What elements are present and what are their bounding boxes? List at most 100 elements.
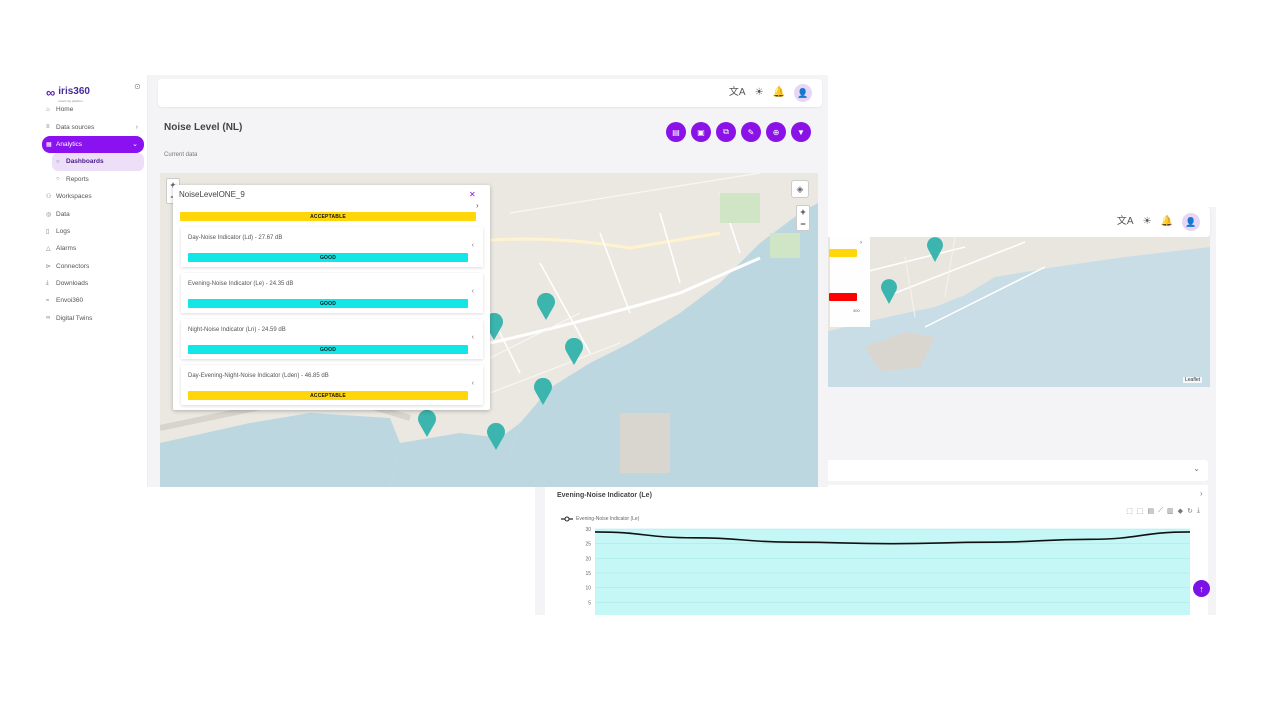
sidebar-item-label: Data sources: [56, 123, 95, 131]
indicator-card[interactable]: Evening-Noise Indicator (Le) - 24.35 dB …: [181, 273, 483, 313]
map-tiles: [825, 237, 1210, 387]
envoi-icon: ≈: [46, 297, 50, 304]
map-marker-icon[interactable]: [563, 338, 585, 366]
y-tick-label: 20: [585, 556, 591, 562]
zoom-button[interactable]: ⊕: [766, 122, 786, 142]
status-bar: [829, 293, 857, 301]
zoom-in-button[interactable]: +: [797, 206, 809, 218]
sidebar-item-alarms[interactable]: △ Alarms: [42, 240, 144, 257]
map-zoom-controls: + −: [796, 205, 810, 231]
copy-button[interactable]: ⧉: [716, 122, 736, 142]
settings-icon[interactable]: ⊙: [134, 82, 141, 91]
indicator-label: Evening-Noise Indicator (Le) - 24.35 dB: [188, 281, 294, 287]
map-marker-icon[interactable]: [535, 293, 557, 321]
stack-icon[interactable]: ◆: [1178, 507, 1183, 515]
chevron-right-icon[interactable]: ›: [476, 201, 479, 210]
popup-title: NoiseLevelONE_9: [179, 190, 245, 199]
line-chart-icon[interactable]: ⟋: [1158, 507, 1163, 515]
download-icon[interactable]: ⤓: [1197, 507, 1200, 515]
sidebar-item-label: Dashboards: [66, 158, 104, 166]
scroll-top-button[interactable]: ↑: [1193, 580, 1210, 597]
translate-icon[interactable]: 文A: [1117, 217, 1134, 227]
side-value: 300: [853, 308, 860, 313]
sidebar-item-reports[interactable]: ○ Reports: [42, 171, 144, 188]
indicator-status-bar: ACCEPTABLE: [188, 391, 468, 400]
map-marker-icon[interactable]: [416, 410, 438, 438]
map-view[interactable]: › 300 Leaflet: [825, 237, 1210, 387]
translate-icon[interactable]: 文A: [729, 88, 746, 98]
sidebar-item-analytics[interactable]: ▦ Analytics ⌄: [42, 135, 144, 154]
indicator-label: Night-Noise Indicator (Ln) - 24.59 dB: [188, 327, 286, 333]
logo-icon: ∞: [46, 84, 55, 100]
home-icon: ⌂: [46, 106, 50, 113]
layers-button[interactable]: ◈: [791, 180, 809, 198]
report-icon: ○: [56, 176, 60, 183]
zoom-reset-icon[interactable]: ⬚: [1137, 507, 1144, 515]
legend-marker: [561, 516, 573, 522]
bell-icon[interactable]: 🔔: [1161, 217, 1173, 227]
indicator-status-bar: GOOD: [188, 345, 468, 354]
theme-icon[interactable]: ☀: [1143, 217, 1152, 227]
top-bar: 文A ☀ 🔔 👤: [158, 79, 822, 107]
indicator-card[interactable]: Night-Noise Indicator (Ln) - 24.59 dB ‹ …: [181, 319, 483, 359]
status-bar: [829, 249, 857, 257]
sidebar-item-workspaces[interactable]: ⚇ Workspaces: [42, 188, 144, 205]
export-pdf-button[interactable]: ▤: [666, 122, 686, 142]
indicator-card[interactable]: Day-Noise Indicator (Ld) - 27.67 dB ‹ GO…: [181, 227, 483, 267]
sidebar-item-data-sources[interactable]: ≡ Data sources ›: [42, 118, 144, 135]
sidebar-item-label: Reports: [66, 175, 89, 183]
map-marker-icon[interactable]: [925, 237, 945, 263]
sidebar-item-label: Home: [56, 106, 74, 114]
restore-icon[interactable]: ↻: [1187, 507, 1193, 515]
sidebar-item-data[interactable]: ◎ Data: [42, 205, 144, 222]
sidebar-item-label: Data: [56, 210, 70, 218]
indicator-card[interactable]: Day-Evening-Night-Noise Indicator (Lden)…: [181, 365, 483, 405]
logo[interactable]: ∞ iris360 smart city platform: [46, 81, 90, 104]
zoom-out-button[interactable]: −: [797, 218, 809, 230]
chevron-left-icon[interactable]: ‹: [472, 380, 474, 387]
indicator-status-bar: GOOD: [188, 253, 468, 262]
data-view-icon[interactable]: ▤: [1147, 507, 1154, 515]
sidebar-item-digital-twins[interactable]: ∞ Digital Twins: [42, 310, 144, 327]
bar-chart-icon[interactable]: ▥: [1167, 507, 1174, 515]
close-icon[interactable]: ✕: [469, 190, 476, 199]
sidebar-item-dashboards[interactable]: ○ Dashboards: [52, 153, 144, 171]
chevron-right-icon[interactable]: ›: [1200, 489, 1203, 498]
map-marker-icon[interactable]: [879, 279, 899, 305]
front-screenshot: ∞ iris360 smart city platform ⊙ ⌂ Home ≡…: [38, 75, 828, 487]
collapsible-section[interactable]: ⌄: [825, 460, 1208, 481]
map-marker-icon[interactable]: [485, 423, 507, 451]
sidebar-item-downloads[interactable]: ⤓ Downloads: [42, 275, 144, 292]
delete-button[interactable]: ▼: [791, 122, 811, 142]
chevron-left-icon[interactable]: ‹: [472, 242, 474, 249]
sidebar-nav: ⌂ Home ≡ Data sources › ▦ Analytics ⌄ ○ …: [42, 101, 144, 327]
avatar[interactable]: 👤: [1182, 213, 1200, 231]
sidebar-item-logs[interactable]: ▯ Logs: [42, 223, 144, 240]
bell-icon[interactable]: 🔔: [773, 88, 785, 98]
sensor-popup: NoiseLevelONE_9 ✕ › ACCEPTABLE Day-Noise…: [173, 185, 490, 410]
y-tick-label: 5: [588, 600, 591, 606]
chevron-down-icon[interactable]: ⌄: [1193, 464, 1200, 473]
brand-name: iris360: [58, 86, 90, 97]
sidebar-item-connectors[interactable]: ⊳ Connectors: [42, 258, 144, 275]
chevron-left-icon[interactable]: ‹: [472, 334, 474, 341]
chart-legend[interactable]: Evening-Noise Indicator (Le): [561, 516, 639, 522]
workspace-icon: ⚇: [46, 194, 52, 201]
sidebar: ∞ iris360 smart city platform ⊙ ⌂ Home ≡…: [38, 75, 148, 487]
map-attribution[interactable]: Leaflet: [1182, 377, 1202, 383]
sidebar-item-envoi360[interactable]: ≈ Envoi360: [42, 292, 144, 309]
map-marker-icon[interactable]: [532, 378, 554, 406]
edit-button[interactable]: ✎: [741, 122, 761, 142]
sidebar-item-home[interactable]: ⌂ Home: [42, 101, 144, 118]
chevron-left-icon[interactable]: ‹: [472, 288, 474, 295]
page-subtitle: Current data: [164, 152, 198, 158]
chart-plot: 051015202530: [585, 527, 1191, 615]
avatar[interactable]: 👤: [794, 84, 812, 102]
chevron-right-icon[interactable]: ›: [860, 240, 862, 246]
analytics-icon: ▦: [46, 141, 52, 148]
theme-icon[interactable]: ☀: [755, 88, 764, 98]
chart-card: Evening-Noise Indicator (Le) › ⬚ ⬚ ▤ ⟋ ▥…: [545, 485, 1208, 615]
zoom-icon[interactable]: ⬚: [1126, 507, 1133, 515]
logs-icon: ▯: [46, 228, 50, 235]
save-button[interactable]: ▣: [691, 122, 711, 142]
